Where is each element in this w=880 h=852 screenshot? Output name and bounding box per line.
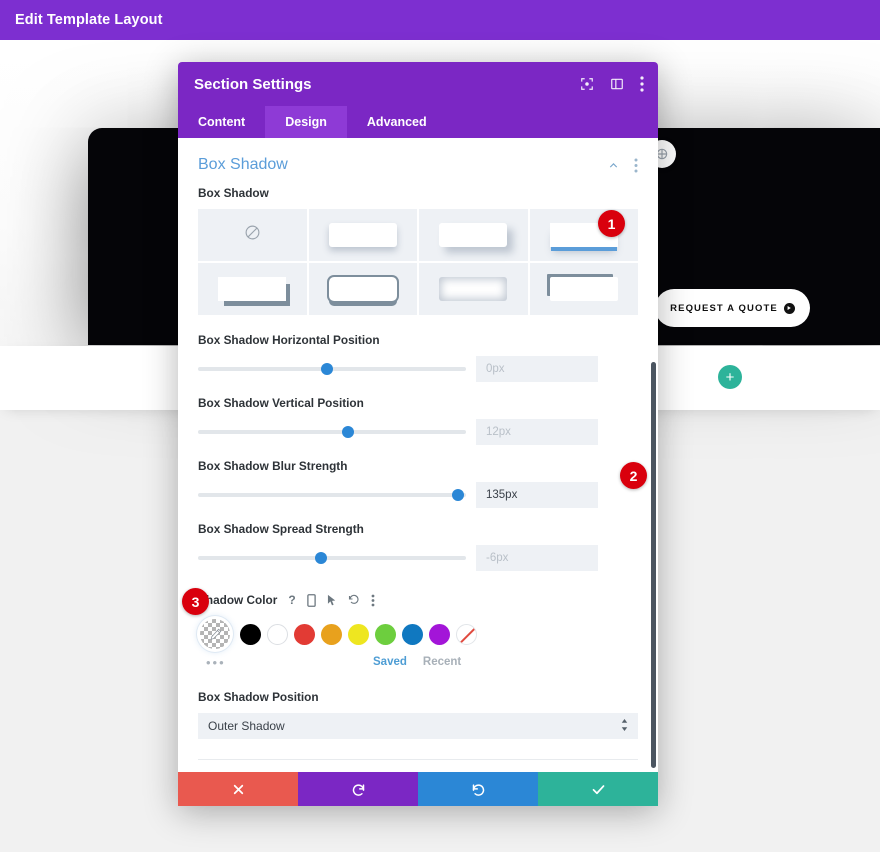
section-settings-modal: Section Settings Content Design Advanced… bbox=[178, 62, 658, 806]
swatch-green[interactable] bbox=[375, 623, 396, 645]
slider-horizontal-position: Box Shadow Horizontal Position 0px bbox=[178, 333, 658, 382]
slider-label: Box Shadow Horizontal Position bbox=[198, 333, 380, 347]
annotation-badge-1: 1 bbox=[598, 210, 625, 237]
modal-action-bar bbox=[178, 772, 658, 806]
request-a-quote-label: REQUEST A QUOTE bbox=[670, 302, 778, 314]
preset-outline[interactable] bbox=[308, 263, 417, 315]
slider-knob[interactable] bbox=[315, 552, 328, 564]
tab-content[interactable]: Content bbox=[178, 106, 265, 138]
slider-knob[interactable] bbox=[320, 363, 333, 375]
settings-scroll-area: Box Shadow Box Shadow Box Shadow Horizon… bbox=[178, 138, 658, 806]
add-module-button[interactable]: + bbox=[718, 365, 742, 389]
no-shadow-icon bbox=[244, 224, 261, 246]
swatch-transparent[interactable] bbox=[456, 623, 477, 645]
cancel-button[interactable] bbox=[178, 772, 298, 806]
swatch-purple[interactable] bbox=[429, 623, 450, 645]
swatch-white[interactable] bbox=[267, 623, 288, 645]
box-shadow-field-label: Box Shadow bbox=[198, 186, 269, 200]
expand-icon[interactable] bbox=[580, 77, 594, 91]
preset-inner[interactable] bbox=[419, 263, 528, 315]
box-shadow-section-header[interactable]: Box Shadow bbox=[178, 138, 658, 186]
slider-knob[interactable] bbox=[451, 489, 464, 501]
modal-header-icons bbox=[580, 76, 644, 92]
tab-design[interactable]: Design bbox=[265, 106, 347, 138]
annotation-badge-3: 3 bbox=[182, 588, 209, 615]
swatch-black[interactable] bbox=[240, 623, 261, 645]
more-vertical-icon[interactable] bbox=[634, 158, 638, 173]
slider-label: Box Shadow Spread Strength bbox=[198, 522, 364, 536]
saved-recent-tabs: Saved Recent bbox=[373, 656, 638, 668]
box-shadow-position-select[interactable]: Outer Shadow bbox=[198, 713, 638, 739]
modal-title: Section Settings bbox=[194, 75, 312, 93]
box-shadow-preset-field: Box Shadow bbox=[178, 186, 658, 315]
tab-saved-colors[interactable]: Saved bbox=[373, 656, 407, 668]
shadow-color-header: Shadow Color ? bbox=[198, 593, 638, 607]
slider-track[interactable] bbox=[198, 426, 466, 438]
color-swatch-row bbox=[200, 619, 638, 649]
help-icon[interactable]: ? bbox=[288, 593, 295, 607]
preset-soft-bottom[interactable] bbox=[308, 209, 417, 261]
reset-icon[interactable] bbox=[348, 594, 360, 606]
modal-tabs: Content Design Advanced bbox=[178, 106, 658, 138]
preset-hard-tl[interactable] bbox=[529, 263, 638, 315]
layout-columns-icon[interactable] bbox=[610, 77, 624, 91]
swatch-blue[interactable] bbox=[402, 623, 423, 645]
slider-value-input[interactable]: -6px bbox=[476, 545, 598, 571]
tab-recent-colors[interactable]: Recent bbox=[423, 656, 461, 668]
slider-track[interactable] bbox=[198, 489, 466, 501]
swatch-orange[interactable] bbox=[321, 623, 342, 645]
preset-none[interactable] bbox=[198, 209, 307, 261]
modal-header: Section Settings bbox=[178, 62, 658, 106]
modal-body: Box Shadow Box Shadow Box Shadow Horizon… bbox=[178, 138, 658, 806]
admin-bar: Edit Template Layout bbox=[0, 0, 880, 40]
slider-track[interactable] bbox=[198, 552, 466, 564]
annotation-badge-2: 2 bbox=[620, 462, 647, 489]
shadow-color-label: Shadow Color bbox=[198, 593, 278, 607]
box-shadow-preset-grid bbox=[198, 209, 638, 315]
slider-track[interactable] bbox=[198, 363, 466, 375]
swatch-red[interactable] bbox=[294, 623, 315, 645]
more-vertical-icon[interactable] bbox=[371, 594, 375, 607]
more-vertical-icon[interactable] bbox=[640, 76, 644, 92]
mobile-icon[interactable] bbox=[306, 593, 316, 607]
select-arrows-icon bbox=[621, 718, 628, 734]
save-button[interactable] bbox=[538, 772, 658, 806]
slider-spread-strength: Box Shadow Spread Strength -6px bbox=[178, 522, 658, 571]
box-shadow-position-label: Box Shadow Position bbox=[198, 690, 319, 704]
request-a-quote-button[interactable]: REQUEST A QUOTE bbox=[655, 289, 810, 327]
screen: ed to get started? REQUEST A QUOTE + Edi… bbox=[0, 0, 880, 852]
redo-button[interactable] bbox=[418, 772, 538, 806]
cursor-icon[interactable] bbox=[327, 594, 337, 607]
play-circle-icon bbox=[783, 302, 795, 314]
slider-value-input[interactable]: 12px bbox=[476, 419, 598, 445]
box-shadow-section-title: Box Shadow bbox=[198, 156, 288, 173]
color-picker-eyedropper[interactable] bbox=[200, 619, 230, 649]
slider-label: Box Shadow Vertical Position bbox=[198, 396, 364, 410]
preset-offset-br[interactable] bbox=[419, 209, 528, 261]
box-shadow-position-field: Box Shadow Position Outer Shadow bbox=[178, 690, 658, 739]
slider-blur-strength: Box Shadow Blur Strength 135px bbox=[178, 459, 658, 508]
preset-hard-br[interactable] bbox=[198, 263, 307, 315]
tab-advanced[interactable]: Advanced bbox=[347, 106, 447, 138]
box-shadow-position-value: Outer Shadow bbox=[208, 719, 285, 733]
slider-knob[interactable] bbox=[342, 426, 355, 438]
slider-label: Box Shadow Blur Strength bbox=[198, 459, 348, 473]
undo-button[interactable] bbox=[298, 772, 418, 806]
modal-scrollbar-thumb[interactable] bbox=[651, 362, 656, 768]
admin-bar-title: Edit Template Layout bbox=[15, 12, 163, 28]
shadow-color-field: Shadow Color ? ••• Saved Recent bbox=[178, 593, 658, 670]
chevron-up-icon[interactable] bbox=[607, 159, 620, 172]
slider-value-input[interactable]: 135px bbox=[476, 482, 598, 508]
slider-vertical-position: Box Shadow Vertical Position 12px bbox=[178, 396, 658, 445]
slider-value-input[interactable]: 0px bbox=[476, 356, 598, 382]
swatch-yellow[interactable] bbox=[348, 623, 369, 645]
